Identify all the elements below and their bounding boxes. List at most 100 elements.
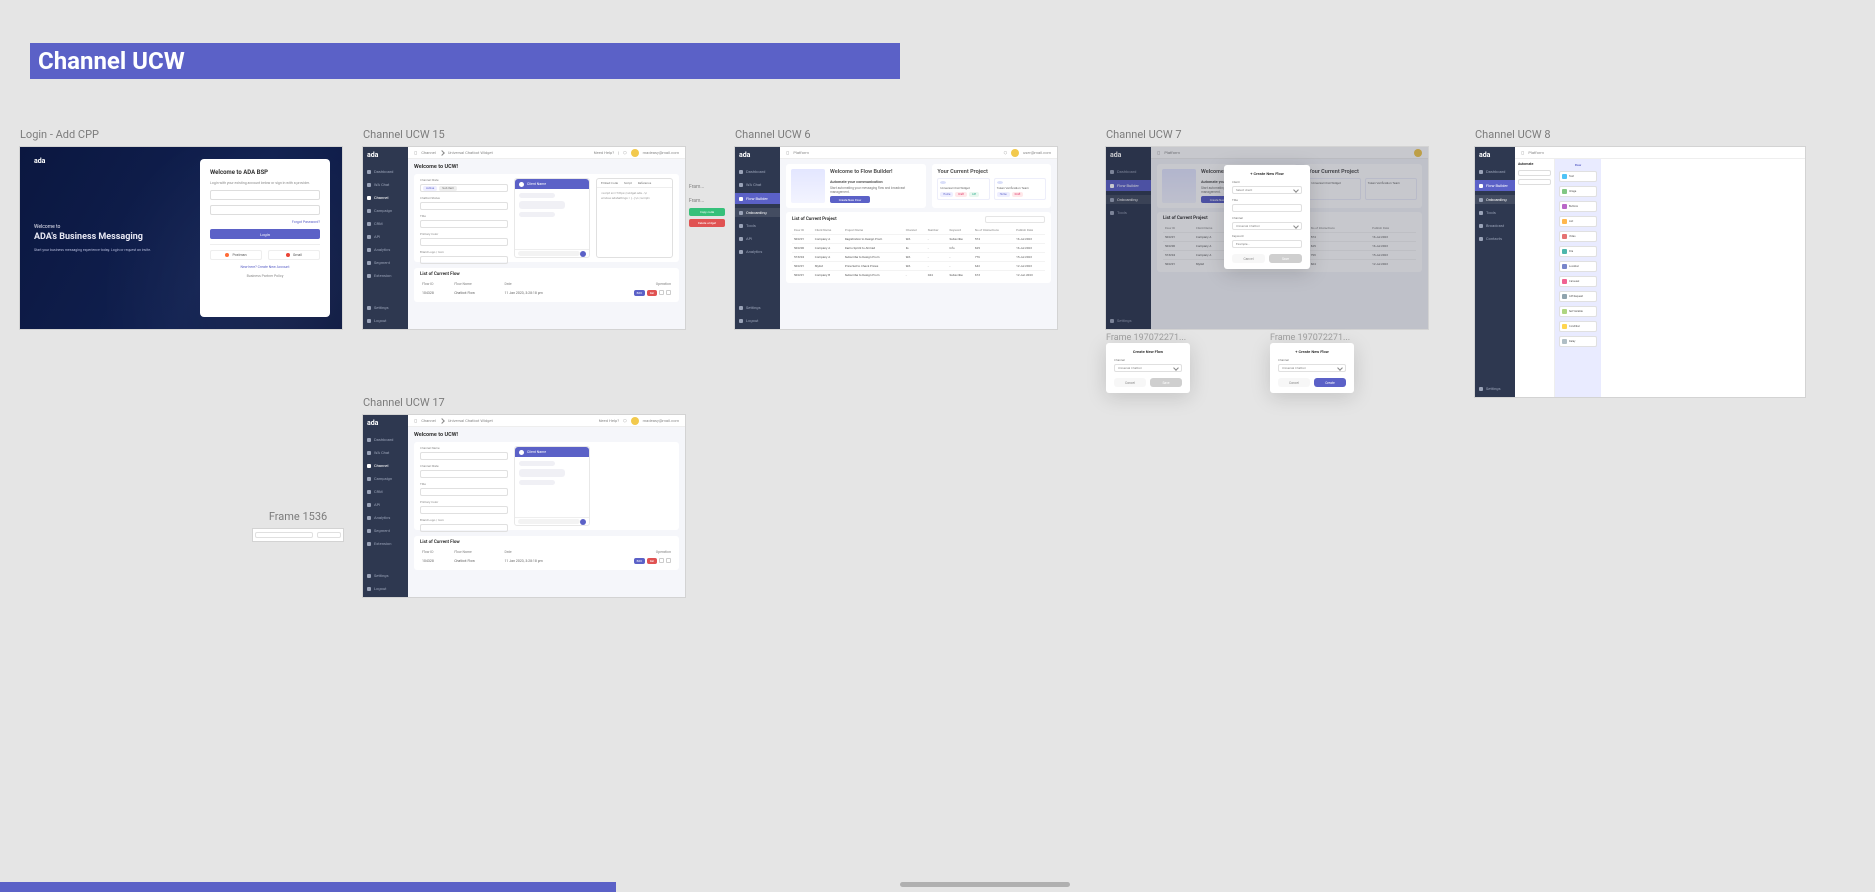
artboard-title: Login - Add CPP [20, 128, 342, 141]
frame-label: Frame 197072271... [1270, 333, 1428, 343]
node-carousel[interactable]: Carousel [1559, 276, 1597, 287]
card-sub: Login with your existing account below o… [210, 181, 320, 185]
userbox[interactable]: Need Help?⬡madeasy@mail.com [599, 417, 679, 425]
search-input[interactable] [985, 216, 1045, 223]
artboard-login[interactable]: Login - Add CPP ada Welcome to ADA's Bus… [20, 128, 342, 329]
canvas[interactable]: Login - Add CPP ada Welcome to ADA's Bus… [0, 110, 1875, 892]
nav-flow-builder[interactable]: Flow Builder [1475, 180, 1515, 191]
login-card: Welcome to ADA BSP Login with your exist… [200, 159, 330, 317]
selection-bar [0, 882, 616, 892]
config-panel: Channel State ActiveSub Item Chatbot Sta… [420, 178, 508, 258]
frame-label: Frame 197072271... [1106, 333, 1264, 343]
node-list[interactable]: List [1559, 216, 1597, 227]
node-location[interactable]: Location [1559, 261, 1597, 272]
email-field[interactable] [210, 190, 320, 200]
login-button[interactable]: Login [210, 229, 320, 239]
ucw15-screen: ada Dashboard WA Chat Channel Campaign C… [363, 147, 685, 329]
hero-sub: Start your business messaging experience… [34, 248, 174, 252]
section-title: Channel UCW [38, 47, 185, 75]
node-delay[interactable]: Delay [1559, 336, 1597, 347]
automate-panel: Automate [1515, 159, 1555, 397]
send-icon[interactable] [580, 251, 586, 257]
node-image[interactable]: Image [1559, 186, 1597, 197]
code-text[interactable]: <script src="https://widget.ada...\n win… [597, 188, 672, 257]
save-button[interactable]: Save [1269, 254, 1302, 263]
section-header: Channel UCW [30, 43, 900, 79]
password-field[interactable] [210, 205, 320, 215]
annot-label: Fram... [689, 184, 704, 190]
ucw17-screen: ada Dashboard WA Chat Channel Campaign C… [363, 415, 685, 597]
modal-variant-b: + Create New Flow ChannelUniversal Chatb… [1270, 343, 1354, 393]
widget-preview: Client Name [514, 178, 590, 258]
segment [317, 532, 341, 538]
flow-list: List of Current Flow Flow IDFlow NameDat… [414, 268, 679, 302]
code-pane: Embed CodeScriptReference <script src="h… [596, 178, 673, 258]
divider [210, 244, 320, 245]
table-row[interactable]: 502290Company ADemo Sprint to AhmadIG-In… [792, 244, 1045, 253]
channel-select[interactable]: Universal Chatbot [1232, 222, 1302, 230]
provider-gmail[interactable]: Gmail [268, 250, 320, 260]
keyword-input[interactable]: Example... [1232, 240, 1302, 248]
artboard-title: Channel UCW 6 [735, 128, 1057, 141]
create-flow-button[interactable]: Create New Flow [830, 196, 870, 203]
create-link[interactable]: New here? Create New Account [210, 265, 320, 269]
table-row[interactable]: 502291Company BSubscribe to Design Prom-… [792, 271, 1045, 280]
select-client[interactable]: Select client [1232, 186, 1302, 194]
artboard-title: Channel UCW 15 [363, 128, 685, 141]
table-row[interactable]: 104328 Chatbot Flow 11 Jan 2023, 3:28:18… [420, 556, 673, 566]
cancel-button[interactable]: Cancel [1278, 378, 1310, 387]
node-text[interactable]: Text [1559, 171, 1597, 182]
project-table: Flow IDClient NameProject NameChannelNum… [792, 226, 1045, 279]
provider-postman[interactable]: Postman [210, 250, 262, 260]
table-row[interactable]: 573294Company ASubscribe to Design PromW… [792, 253, 1045, 262]
breadcrumb: ◻ChannelUniversal Chatbot Widget [414, 150, 493, 155]
table-row[interactable]: 502291Company ARegistration to Design Pr… [792, 235, 1045, 244]
login-screen: ada Welcome to ADA's Business Messaging … [20, 147, 342, 329]
modal-variant-a: Create New Flow ChannelUniversal Chatbot… [1106, 343, 1190, 393]
artboard-ucw6[interactable]: Channel UCW 6 ada Dashboard WA Chat Flow… [735, 128, 1057, 329]
topbar: ◻ChannelUniversal Chatbot Widget Need He… [408, 147, 685, 159]
node-file[interactable]: File [1559, 246, 1597, 257]
page-title: Welcome to UCW! [414, 432, 679, 438]
nav-channel[interactable]: Channel [367, 193, 404, 202]
page-title: Welcome to UCW! [414, 164, 458, 170]
artboard-ucw7[interactable]: Channel UCW 7 ada Dashboard Flow Builder… [1106, 128, 1428, 393]
node-video[interactable]: Video [1559, 231, 1597, 242]
artboard-frame1536[interactable]: Frame 1536 [253, 510, 343, 541]
title-input[interactable] [1232, 204, 1302, 212]
send-icon[interactable] [580, 519, 586, 525]
cancel-button[interactable]: Cancel [1114, 378, 1146, 387]
artboard-title: Frame 1536 [253, 510, 343, 523]
cancel-button[interactable]: Cancel [1232, 254, 1265, 263]
forgot-link[interactable]: Forgot Password? [292, 220, 320, 224]
sidebar: ada Dashboard WA Chat Flow Builder Onboa… [735, 147, 780, 329]
login-marketing: ada Welcome to ADA's Business Messaging … [20, 147, 200, 329]
delete-widget-pill[interactable]: Delete widget [689, 219, 725, 227]
userbox[interactable]: Need Help?|⬡madeasy@mail.com [594, 149, 679, 157]
nav-flow-builder[interactable]: Flow Builder [735, 193, 780, 204]
artboard-ucw8[interactable]: Channel UCW 8 ada Dashboard Flow Builder… [1475, 128, 1805, 397]
node-condition[interactable]: Condition [1559, 321, 1597, 332]
artboard-title: Channel UCW 7 [1106, 128, 1428, 141]
copy-code-pill[interactable]: Copy code [689, 208, 725, 216]
save-button[interactable]: Save [1150, 378, 1182, 387]
segment [255, 532, 313, 538]
annot-label: Fram... [689, 198, 704, 204]
flow-canvas[interactable] [1601, 159, 1805, 397]
create-button[interactable]: Create [1314, 378, 1346, 387]
artboard-ucw15[interactable]: Channel UCW 15 ada Dashboard WA Chat Cha… [363, 128, 685, 329]
node-api[interactable]: API Request [1559, 291, 1597, 302]
node-buttons[interactable]: Buttons [1559, 201, 1597, 212]
logo: ada [367, 151, 404, 159]
table-row[interactable]: 502291StylistPrice Set to Check PricesWA… [792, 262, 1045, 271]
node-setvar[interactable]: Set Variable [1559, 306, 1597, 317]
sidebar: ada Dashboard WA Chat Channel Campaign C… [363, 147, 408, 329]
partner-link[interactable]: Business Partner Policy [210, 274, 320, 278]
node-rail: Flow Text Image Buttons List Video File … [1555, 159, 1601, 397]
horizontal-scrollbar[interactable] [900, 882, 1070, 887]
artboard-ucw17[interactable]: Channel UCW 17 ada Dashboard WA Chat Cha… [363, 396, 685, 597]
artboard-title: Channel UCW 17 [363, 396, 685, 409]
create-flow-modal: + Create New Flow ClientSelect client Ti… [1224, 165, 1310, 269]
chev-icon [439, 150, 445, 156]
table-row[interactable]: 104328 Chatbot Flow 11 Jan 2023, 3:28:18… [420, 288, 673, 298]
